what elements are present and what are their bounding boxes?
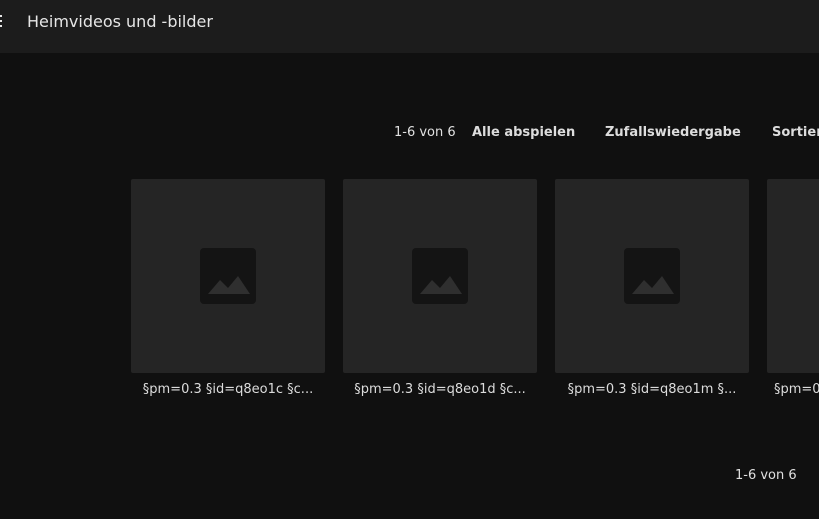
sort-button[interactable]: Sortier <box>772 123 819 143</box>
media-card[interactable]: §pm=0.3 §id=q8eo1c §c... <box>131 179 325 399</box>
media-thumbnail[interactable] <box>767 179 819 373</box>
image-icon <box>200 248 256 304</box>
media-caption[interactable]: §pm=0.3 §id=q8eo1c §c... <box>131 381 325 399</box>
media-caption[interactable]: §pm=0 <box>767 381 819 399</box>
media-card[interactable]: §pm=0.3 §id=q8eo1d §c... <box>343 179 537 399</box>
item-count: 1-6 von 6 <box>394 125 456 140</box>
app-header: Heimvideos und -bilder <box>0 0 819 53</box>
media-thumbnail[interactable] <box>555 179 749 373</box>
media-caption[interactable]: §pm=0.3 §id=q8eo1d §c... <box>343 381 537 399</box>
image-icon <box>624 248 680 304</box>
media-thumbnail[interactable] <box>131 179 325 373</box>
media-caption[interactable]: §pm=0.3 §id=q8eo1m §... <box>555 381 749 399</box>
footer-item-count: 1-6 von 6 <box>735 468 797 483</box>
menu-icon[interactable] <box>0 14 4 28</box>
list-toolbar: 1-6 von 6 Alle abspielen Zufallswiederga… <box>0 123 819 143</box>
media-grid: §pm=0.3 §id=q8eo1c §c... §pm=0.3 §id=q8e… <box>0 179 819 409</box>
media-card[interactable]: §pm=0 <box>767 179 819 399</box>
page-title: Heimvideos und -bilder <box>27 12 213 31</box>
shuffle-button[interactable]: Zufallswiedergabe <box>605 123 741 143</box>
media-card[interactable]: §pm=0.3 §id=q8eo1m §... <box>555 179 749 399</box>
image-icon <box>412 248 468 304</box>
play-all-button[interactable]: Alle abspielen <box>472 123 575 143</box>
media-thumbnail[interactable] <box>343 179 537 373</box>
